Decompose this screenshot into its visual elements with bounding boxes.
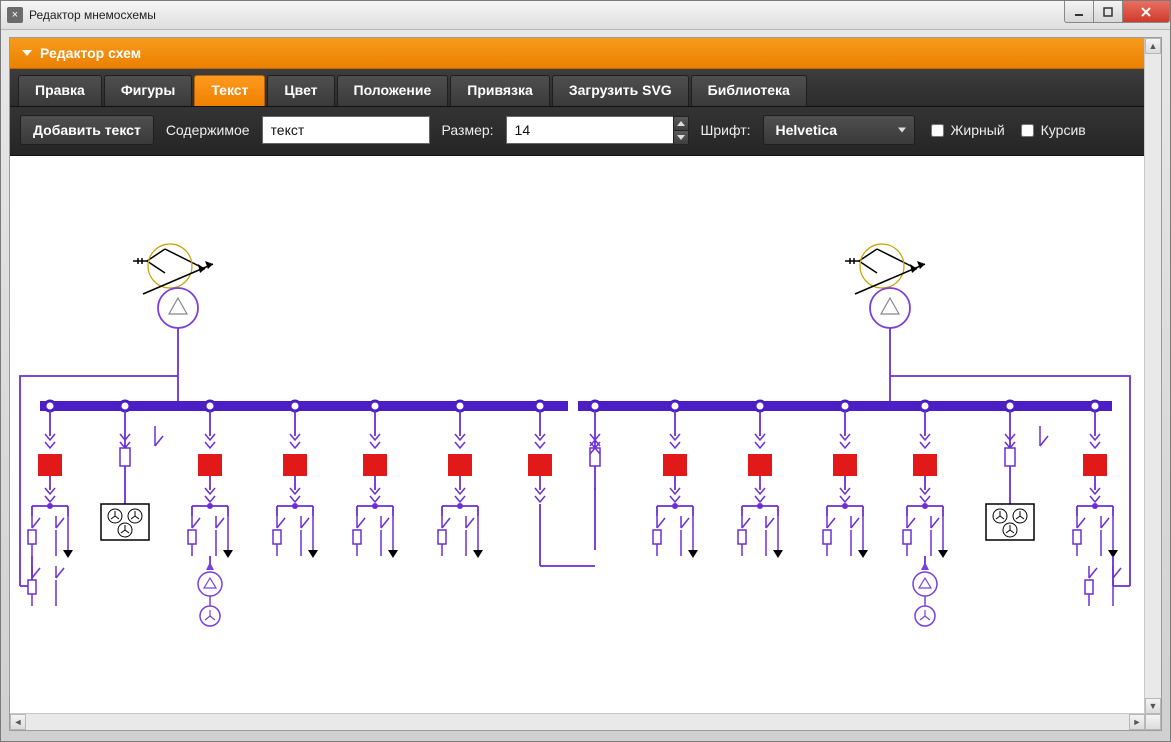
breaker[interactable] bbox=[1083, 454, 1107, 476]
window-title: Редактор мнемосхемы bbox=[29, 8, 156, 22]
content-label: Содержимое bbox=[166, 122, 250, 138]
font-value: Helvetica bbox=[776, 122, 837, 138]
scroll-down-button[interactable]: ▼ bbox=[1145, 698, 1161, 714]
disconnector[interactable] bbox=[28, 566, 64, 606]
chevron-up-icon bbox=[677, 121, 685, 126]
feeder-13[interactable] bbox=[1073, 401, 1130, 606]
font-select[interactable]: Helvetica bbox=[763, 115, 915, 145]
tab-4[interactable]: Положение bbox=[337, 75, 449, 106]
tab-bar: ПравкаФигурыТекстЦветПоложениеПривязкаЗа… bbox=[10, 69, 1161, 107]
feeder-2[interactable] bbox=[188, 401, 233, 626]
disconnector[interactable] bbox=[273, 516, 309, 556]
disconnector[interactable] bbox=[823, 516, 859, 556]
disconnector[interactable] bbox=[188, 516, 224, 556]
aux-transformer[interactable] bbox=[986, 504, 1034, 540]
disconnector[interactable] bbox=[28, 516, 64, 556]
size-label: Размер: bbox=[442, 122, 494, 138]
maximize-button[interactable] bbox=[1094, 1, 1123, 23]
tab-5[interactable]: Привязка bbox=[450, 75, 550, 106]
collapse-icon bbox=[22, 50, 32, 56]
disconnector[interactable] bbox=[738, 516, 774, 556]
chevron-down-icon bbox=[677, 135, 685, 140]
window-buttons bbox=[1064, 1, 1170, 22]
feeder-4[interactable] bbox=[353, 401, 398, 558]
motor[interactable] bbox=[913, 572, 937, 626]
minimize-button[interactable] bbox=[1064, 1, 1094, 23]
titlebar: × Редактор мнемосхемы bbox=[1, 1, 1170, 30]
scroll-right-button[interactable]: ► bbox=[1129, 714, 1145, 730]
tab-1[interactable]: Фигуры bbox=[104, 75, 193, 106]
tab-0[interactable]: Правка bbox=[18, 75, 102, 106]
app-window: × Редактор мнемосхемы Редактор схем Прав… bbox=[0, 0, 1171, 742]
disconnector[interactable] bbox=[438, 516, 474, 556]
scroll-left-button[interactable]: ◄ bbox=[10, 714, 26, 730]
app-icon: × bbox=[7, 7, 23, 23]
bold-checkbox-wrap[interactable]: Жирный bbox=[927, 121, 1005, 140]
size-step-up[interactable] bbox=[673, 116, 689, 130]
client-area: Редактор схем ПравкаФигурыТекстЦветПолож… bbox=[9, 37, 1162, 731]
tab-2[interactable]: Текст bbox=[194, 75, 265, 106]
disconnector[interactable] bbox=[653, 516, 689, 556]
bold-checkbox[interactable] bbox=[931, 124, 944, 137]
diagram-canvas[interactable] bbox=[10, 156, 1161, 730]
content-input[interactable] bbox=[262, 116, 430, 144]
feeder-9[interactable] bbox=[738, 401, 783, 558]
horizontal-scrollbar[interactable]: ◄ ► bbox=[10, 713, 1145, 730]
size-input[interactable] bbox=[506, 116, 673, 144]
text-toolbar: Добавить текст Содержимое Размер: Шрифт:… bbox=[10, 107, 1161, 156]
feeder-11[interactable] bbox=[903, 401, 948, 626]
breaker[interactable] bbox=[198, 454, 222, 476]
disconnector[interactable] bbox=[1073, 516, 1109, 556]
bold-label: Жирный bbox=[951, 122, 1005, 138]
feeder-7[interactable] bbox=[590, 401, 600, 550]
breaker[interactable] bbox=[913, 454, 937, 476]
motor[interactable] bbox=[198, 572, 222, 626]
breaker[interactable] bbox=[363, 454, 387, 476]
italic-checkbox-wrap[interactable]: Курсив bbox=[1017, 121, 1086, 140]
disconnector[interactable] bbox=[903, 516, 939, 556]
breaker[interactable] bbox=[748, 454, 772, 476]
breaker[interactable] bbox=[663, 454, 687, 476]
close-button[interactable] bbox=[1123, 1, 1170, 23]
feeder-10[interactable] bbox=[823, 401, 868, 558]
add-text-button[interactable]: Добавить текст bbox=[20, 115, 154, 145]
feeder-1[interactable] bbox=[101, 401, 163, 540]
ribbon-header[interactable]: Редактор схем bbox=[10, 38, 1161, 69]
scroll-corner bbox=[1145, 714, 1161, 730]
feeder-6[interactable] bbox=[528, 401, 595, 566]
breaker[interactable] bbox=[283, 454, 307, 476]
italic-label: Курсив bbox=[1041, 122, 1086, 138]
feeder-12[interactable] bbox=[986, 401, 1048, 540]
feeder-8[interactable] bbox=[653, 401, 698, 558]
tab-7[interactable]: Библиотека bbox=[691, 75, 807, 106]
schematic-svg[interactable] bbox=[10, 156, 1145, 716]
scroll-up-button[interactable]: ▲ bbox=[1145, 38, 1161, 54]
italic-checkbox[interactable] bbox=[1021, 124, 1034, 137]
breaker[interactable] bbox=[38, 454, 62, 476]
ribbon-title: Редактор схем bbox=[40, 45, 141, 61]
breaker[interactable] bbox=[528, 454, 552, 476]
feeder-3[interactable] bbox=[273, 401, 318, 558]
feeder-0[interactable] bbox=[20, 401, 73, 606]
vertical-scrollbar[interactable]: ▲ ▼ bbox=[1144, 38, 1161, 714]
size-spinner bbox=[506, 116, 689, 145]
breaker[interactable] bbox=[448, 454, 472, 476]
disconnector[interactable] bbox=[353, 516, 389, 556]
size-step-down[interactable] bbox=[673, 130, 689, 145]
tab-6[interactable]: Загрузить SVG bbox=[552, 75, 689, 106]
tab-3[interactable]: Цвет bbox=[267, 75, 334, 106]
font-label: Шрифт: bbox=[701, 122, 751, 138]
breaker[interactable] bbox=[833, 454, 857, 476]
aux-transformer[interactable] bbox=[101, 504, 149, 540]
feeder-5[interactable] bbox=[438, 401, 483, 558]
